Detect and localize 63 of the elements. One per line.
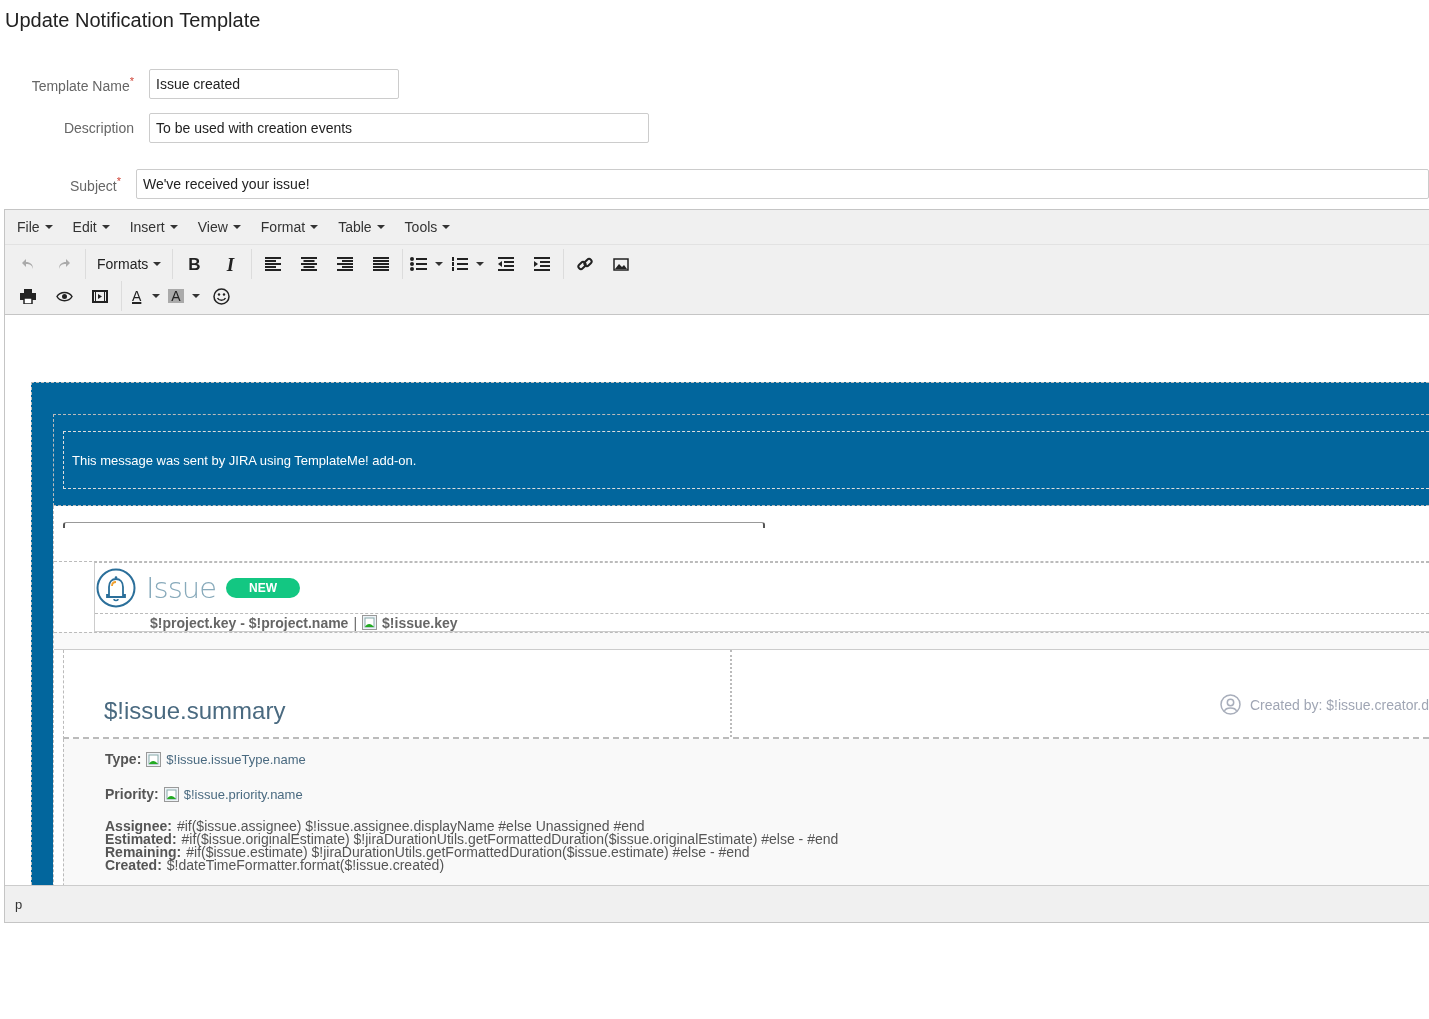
smiley-icon <box>213 287 231 305</box>
image-placeholder-icon <box>146 751 162 767</box>
field-label: Description <box>63 120 134 136</box>
bullet-list-icon <box>410 257 428 271</box>
formats-dropdown[interactable]: Formats <box>89 250 170 278</box>
printer-icon <box>20 288 36 304</box>
detail-label: Assignee: <box>105 818 172 834</box>
bold-button[interactable]: B <box>176 250 213 278</box>
text-field[interactable]: To be used with creation events <box>149 113 649 143</box>
menu-button[interactable]: Table <box>330 215 393 239</box>
menu-button[interactable]: Insert <box>121 215 186 239</box>
detail-label: Priority: <box>105 786 159 802</box>
field-label: Subject <box>69 177 117 194</box>
required-marker: * <box>116 174 121 187</box>
film-icon <box>92 289 108 303</box>
detail-label: Remaining: <box>105 844 182 860</box>
text-field[interactable]: We've received your issue! <box>135 169 1429 199</box>
text-field[interactable]: Issue created <box>149 69 399 99</box>
detail-value: $!issue.issueType.name <box>166 751 306 767</box>
banner-text: This message was sent by JIRA using TemplateMe! add-on. <box>72 452 417 468</box>
status-badge: NEW <box>226 578 300 598</box>
align-center-icon <box>301 257 318 271</box>
align-justify-icon <box>373 257 390 271</box>
project-text: $!project.key - $!project.name <box>150 614 349 631</box>
redo-icon <box>57 258 71 270</box>
created-by-text: Created by: $!issue.creator.d <box>1250 696 1429 713</box>
caret-icon <box>476 262 485 266</box>
menu-button[interactable]: Edit <box>64 215 118 239</box>
detail-label: Created: <box>105 857 162 873</box>
detail-value: $!issue.priority.name <box>183 786 303 802</box>
caret-icon <box>191 294 200 298</box>
menu-button[interactable]: View <box>189 215 249 239</box>
page-title: Update Notification Template <box>4 8 262 33</box>
undo-icon <box>21 258 35 270</box>
image-icon <box>613 257 630 271</box>
caret-icon <box>435 262 444 266</box>
bell-icon <box>96 568 136 608</box>
indent-icon <box>534 257 551 271</box>
summary-text: $!issue.summary <box>104 697 286 725</box>
outdent-icon <box>498 257 515 271</box>
align-right-icon <box>337 257 354 271</box>
detail-label: Type: <box>105 751 142 767</box>
field-label: Template Name <box>31 77 130 94</box>
link-icon <box>577 256 594 272</box>
numbered-list-icon <box>451 257 469 271</box>
image-placeholder-icon <box>362 615 378 630</box>
required-marker: * <box>129 74 134 87</box>
issue-key-text: $!issue.key <box>382 614 458 631</box>
italic-button[interactable]: I <box>212 250 249 278</box>
menu-button[interactable]: Tools <box>396 215 459 239</box>
detail-value: #if($issue.assignee) $!issue.assignee.displayName #else Unassigned #end <box>176 818 645 834</box>
align-left-icon <box>265 257 282 271</box>
separator-text: | <box>353 614 358 631</box>
eye-icon <box>55 290 73 302</box>
issue-heading: Issue <box>146 571 216 605</box>
menu-button[interactable]: Format <box>252 215 327 239</box>
element-path: p <box>15 896 23 912</box>
background-color-button[interactable]: A <box>164 282 204 310</box>
caret-icon <box>152 294 161 298</box>
user-icon <box>1220 694 1241 715</box>
menu-button[interactable]: File <box>9 215 61 239</box>
image-placeholder-icon <box>163 786 179 802</box>
text-color-button[interactable]: A <box>125 282 165 310</box>
